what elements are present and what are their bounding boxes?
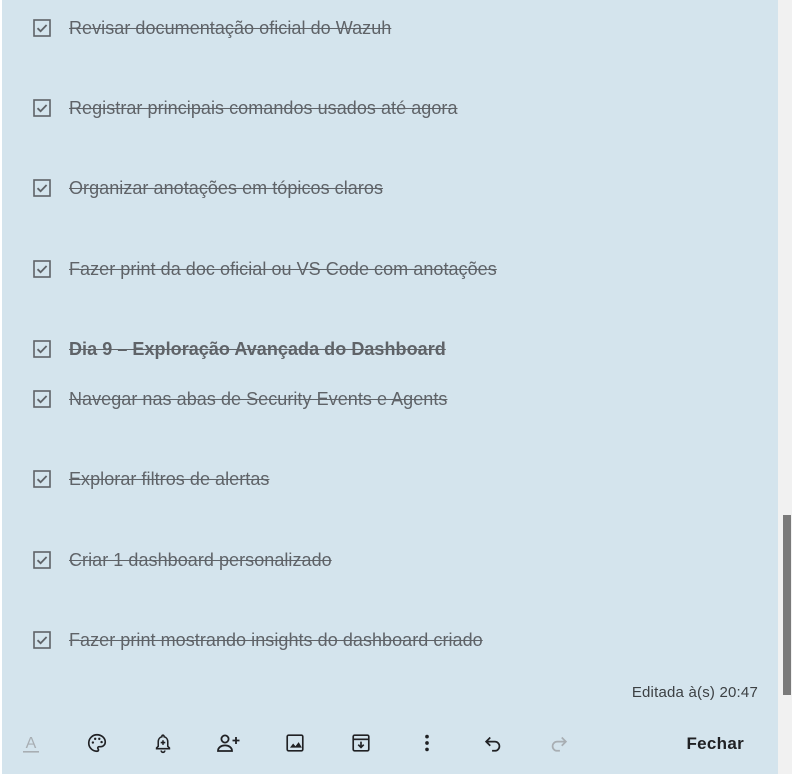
svg-text:A: A [26, 735, 37, 752]
checklist-item: Registrar principais comandos usados até… [32, 96, 458, 120]
more-vert-icon[interactable] [412, 728, 442, 758]
checklist-item-text[interactable]: Fazer print mostrando insights do dashbo… [69, 630, 483, 651]
archive-icon[interactable] [346, 728, 376, 758]
text-format-icon[interactable]: A [16, 728, 46, 758]
checklist-item-text[interactable]: Navegar nas abas de Security Events e Ag… [69, 389, 447, 410]
checklist-item-text[interactable]: Organizar anotações em tópicos claros [69, 178, 383, 199]
checklist-item-heading[interactable]: Dia 9 – Exploração Avançada do Dashboard [69, 339, 446, 360]
checked-checkbox-icon[interactable] [32, 550, 52, 570]
reminder-bell-icon[interactable] [148, 728, 178, 758]
checked-checkbox-icon[interactable] [32, 98, 52, 118]
checklist-item: Criar 1 dashboard personalizado [32, 548, 332, 572]
checked-checkbox-icon[interactable] [32, 630, 52, 650]
checklist-item: Navegar nas abas de Security Events e Ag… [32, 387, 447, 411]
checklist-item: Dia 9 – Exploração Avançada do Dashboard [32, 337, 446, 361]
checked-checkbox-icon[interactable] [32, 259, 52, 279]
checked-checkbox-icon[interactable] [32, 339, 52, 359]
image-icon[interactable] [280, 728, 310, 758]
checked-checkbox-icon[interactable] [32, 18, 52, 38]
checked-checkbox-icon[interactable] [32, 178, 52, 198]
redo-icon[interactable] [544, 728, 574, 758]
palette-icon[interactable] [82, 728, 112, 758]
checklist-item-text[interactable]: Criar 1 dashboard personalizado [69, 550, 332, 571]
edited-timestamp: Editada à(s) 20:47 [631, 684, 758, 701]
note-editor: Revisar documentação oficial do Wazuh Re… [2, 0, 778, 774]
checklist-item: Explorar filtros de alertas [32, 467, 269, 491]
checklist-item-text[interactable]: Explorar filtros de alertas [69, 469, 269, 490]
note-toolbar: A Fechar [2, 712, 778, 774]
scrollbar-thumb[interactable] [783, 515, 791, 695]
checked-checkbox-icon[interactable] [32, 389, 52, 409]
collaborator-icon[interactable] [214, 728, 244, 758]
checked-checkbox-icon[interactable] [32, 469, 52, 489]
checklist-item-text[interactable]: Revisar documentação oficial do Wazuh [69, 18, 391, 39]
undo-icon[interactable] [478, 728, 508, 758]
checklist-item-text[interactable]: Registrar principais comandos usados até… [69, 98, 458, 119]
checklist-item-text[interactable]: Fazer print da doc oficial ou VS Code co… [69, 259, 497, 280]
checklist-item: Organizar anotações em tópicos claros [32, 176, 383, 200]
checklist-item: Revisar documentação oficial do Wazuh [32, 16, 391, 40]
close-button[interactable]: Fechar [674, 730, 756, 758]
checklist: Revisar documentação oficial do Wazuh Re… [2, 0, 778, 680]
checklist-item: Fazer print mostrando insights do dashbo… [32, 628, 483, 652]
scrollbar[interactable] [778, 0, 792, 774]
checklist-item: Fazer print da doc oficial ou VS Code co… [32, 257, 497, 281]
